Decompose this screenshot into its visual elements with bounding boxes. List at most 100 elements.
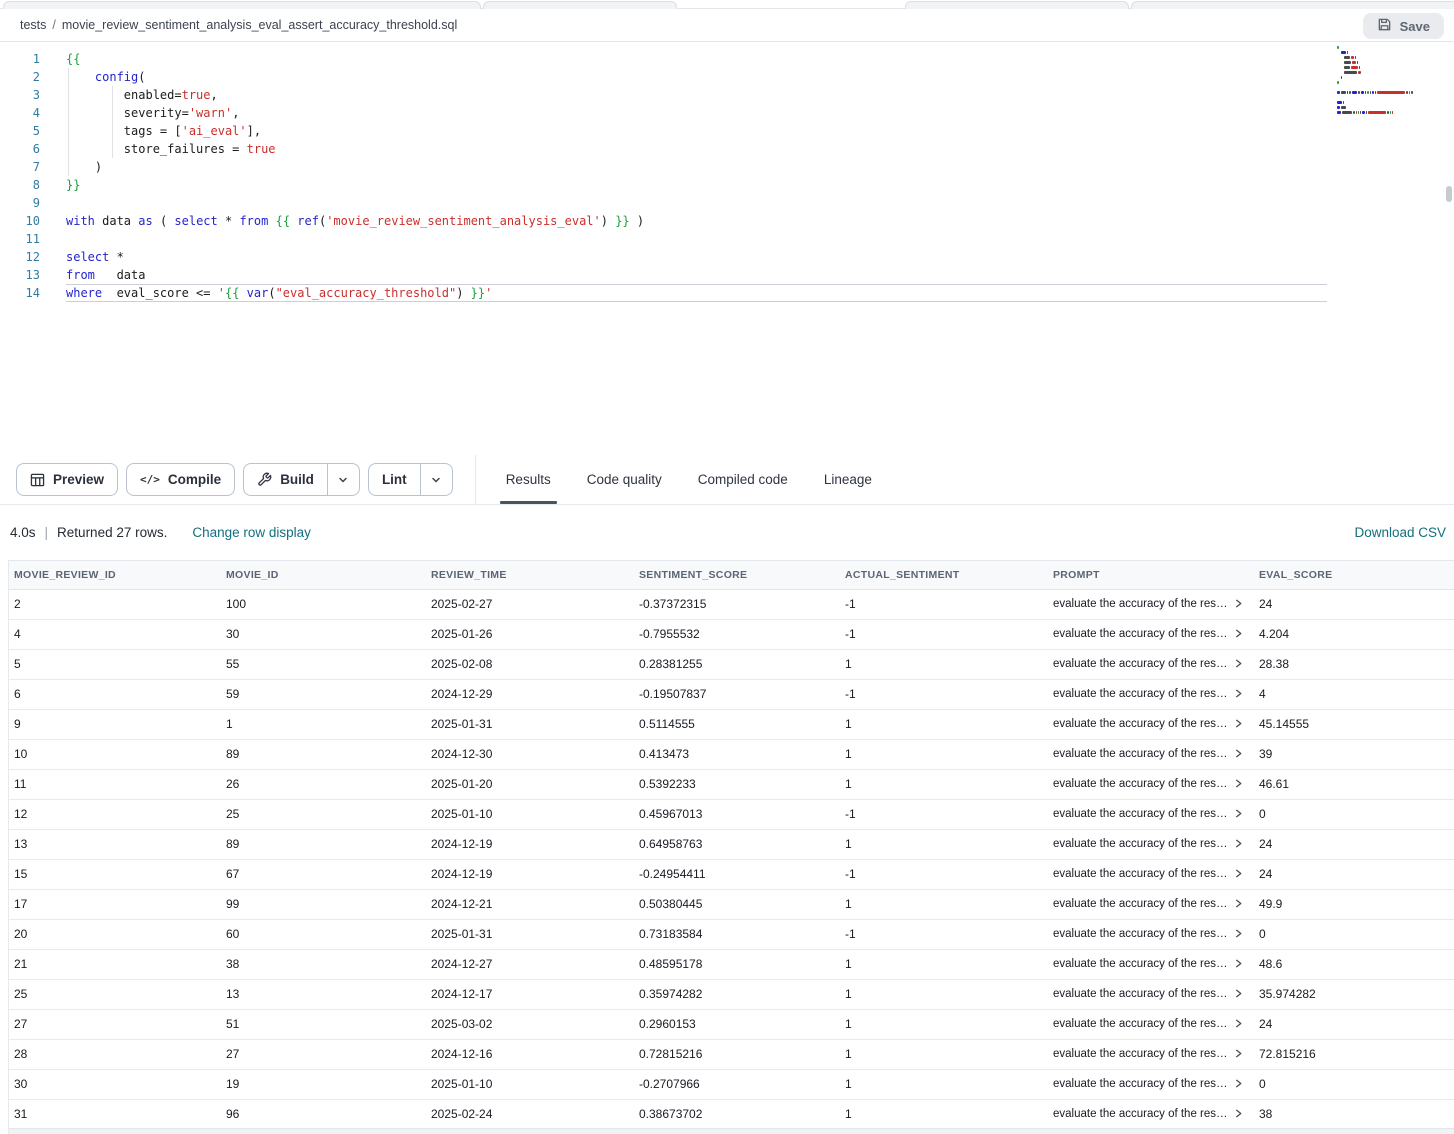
table-cell: 31 [9, 1100, 221, 1129]
table-cell: 28.38 [1254, 650, 1454, 679]
table-cell: 0.72815216 [634, 1040, 840, 1069]
table-row: 31962025-02-240.386737021evaluate the ac… [9, 1100, 1454, 1130]
table-cell: 46.61 [1254, 770, 1454, 799]
line-number: 4 [0, 104, 40, 122]
preview-button[interactable]: Preview [16, 463, 118, 496]
column-header: SENTIMENT_SCORE [634, 561, 840, 589]
chevron-right-icon[interactable] [1233, 628, 1244, 639]
table-row: 11262025-01-200.53922331evaluate the acc… [9, 770, 1454, 800]
chevron-right-icon[interactable] [1233, 838, 1244, 849]
prompt-cell: evaluate the accuracy of the res… [1048, 890, 1254, 919]
code-line-text: ) [66, 158, 102, 176]
download-csv-link[interactable]: Download CSV [1354, 525, 1446, 540]
table-cell: 2024-12-29 [426, 680, 634, 709]
table-row: 4302025-01-26-0.7955532-1evaluate the ac… [9, 620, 1454, 650]
lint-button[interactable]: Lint [369, 464, 420, 495]
code-line[interactable]: 6 store_failures = true [0, 140, 1454, 158]
compile-button[interactable]: </> Compile [126, 463, 235, 496]
table-cell: 1 [221, 710, 426, 739]
code-line[interactable]: 4 severity='warn', [0, 104, 1454, 122]
table-cell: 0.50380445 [634, 890, 840, 919]
chevron-right-icon[interactable] [1233, 1048, 1244, 1059]
prompt-cell: evaluate the accuracy of the res… [1048, 710, 1254, 739]
code-line[interactable]: 10with data as ( select * from {{ ref('m… [0, 212, 1454, 230]
code-line[interactable]: 2 config( [0, 68, 1454, 86]
change-row-display-link[interactable]: Change row display [192, 525, 311, 540]
indent-guide [68, 68, 69, 176]
table-row: 21002025-02-27-0.37372315-1evaluate the … [9, 590, 1454, 620]
lint-dropdown-button[interactable] [420, 464, 452, 495]
code-line[interactable]: 14where eval_score <= '{{ var("eval_accu… [0, 284, 1454, 302]
code-line-text: with data as ( select * from {{ ref('mov… [66, 212, 644, 230]
compile-button-label: Compile [168, 472, 221, 487]
breadcrumb-filename: movie_review_sentiment_analysis_eval_ass… [62, 18, 457, 32]
table-cell: -1 [840, 680, 1048, 709]
code-line[interactable]: 11 [0, 230, 1454, 248]
table-cell: 26 [221, 770, 426, 799]
chevron-right-icon[interactable] [1233, 868, 1244, 879]
editor-scrollbar-thumb[interactable] [1446, 186, 1452, 202]
chevron-right-icon[interactable] [1233, 778, 1244, 789]
table-cell: 51 [221, 1010, 426, 1039]
code-line[interactable]: 3 enabled=true, [0, 86, 1454, 104]
chevron-right-icon[interactable] [1233, 928, 1244, 939]
table-cell: 0.48595178 [634, 950, 840, 979]
chevron-right-icon[interactable] [1233, 1018, 1244, 1029]
build-button-group: Build [243, 463, 360, 496]
build-dropdown-button[interactable] [327, 464, 359, 495]
table-cell: 6 [9, 680, 221, 709]
breadcrumb-folder[interactable]: tests [20, 18, 46, 32]
chevron-right-icon[interactable] [1233, 988, 1244, 999]
chevron-right-icon[interactable] [1233, 958, 1244, 969]
table-body: 21002025-02-27-0.37372315-1evaluate the … [9, 590, 1454, 1130]
code-line[interactable]: 12select * [0, 248, 1454, 266]
chevron-right-icon[interactable] [1233, 748, 1244, 759]
table-cell: 2025-01-10 [426, 1070, 634, 1099]
chevron-right-icon[interactable] [1233, 898, 1244, 909]
prompt-cell: evaluate the accuracy of the res… [1048, 770, 1254, 799]
code-line-text: from data [66, 266, 145, 284]
table-row: 20602025-01-310.73183584-1evaluate the a… [9, 920, 1454, 950]
dbt-ide-window: tests/movie_review_sentiment_analysis_ev… [0, 0, 1454, 1134]
chevron-right-icon[interactable] [1233, 688, 1244, 699]
line-number: 3 [0, 86, 40, 104]
code-line[interactable]: 9 [0, 194, 1454, 212]
chevron-right-icon[interactable] [1233, 1078, 1244, 1089]
prompt-cell: evaluate the accuracy of the res… [1048, 680, 1254, 709]
chevron-right-icon[interactable] [1233, 658, 1244, 669]
column-header: EVAL_SCORE [1254, 561, 1454, 589]
table-cell: -1 [840, 920, 1048, 949]
code-line[interactable]: 8}} [0, 176, 1454, 194]
table-cell: 10 [9, 740, 221, 769]
wrench-icon [257, 472, 272, 487]
chevron-right-icon[interactable] [1233, 718, 1244, 729]
rows-returned-message: Returned 27 rows. [57, 525, 167, 540]
query-duration: 4.0s [10, 525, 36, 540]
code-line[interactable]: 1{{ [0, 50, 1454, 68]
prompt-cell: evaluate the accuracy of the res… [1048, 740, 1254, 769]
save-button[interactable]: Save [1363, 13, 1444, 39]
code-line[interactable]: 5 tags = ['ai_eval'], [0, 122, 1454, 140]
table-cell: 0.2960153 [634, 1010, 840, 1039]
horizontal-scrollbar[interactable] [9, 1128, 1454, 1134]
code-line[interactable]: 13from data [0, 266, 1454, 284]
chevron-right-icon[interactable] [1233, 598, 1244, 609]
table-row: 30192025-01-10-0.27079661evaluate the ac… [9, 1070, 1454, 1100]
tab-code-quality[interactable]: Code quality [585, 455, 664, 504]
table-row: 13892024-12-190.649587631evaluate the ac… [9, 830, 1454, 860]
tab-lineage[interactable]: Lineage [822, 455, 874, 504]
build-button[interactable]: Build [244, 464, 327, 495]
chevron-down-icon [337, 474, 349, 486]
code-line[interactable]: 7 ) [0, 158, 1454, 176]
chevron-down-icon [430, 474, 442, 486]
table-cell: 24 [1254, 590, 1454, 619]
table-cell: 1 [840, 1010, 1048, 1039]
chevron-right-icon[interactable] [1233, 808, 1244, 819]
table-cell: 0.73183584 [634, 920, 840, 949]
code-editor[interactable]: 1{{2 config(3 enabled=true,4 severity='w… [0, 42, 1454, 455]
table-cell: 89 [221, 830, 426, 859]
table-cell: 1 [840, 740, 1048, 769]
tab-compiled-code[interactable]: Compiled code [696, 455, 790, 504]
chevron-right-icon[interactable] [1233, 1108, 1244, 1119]
tab-results[interactable]: Results [504, 455, 553, 504]
